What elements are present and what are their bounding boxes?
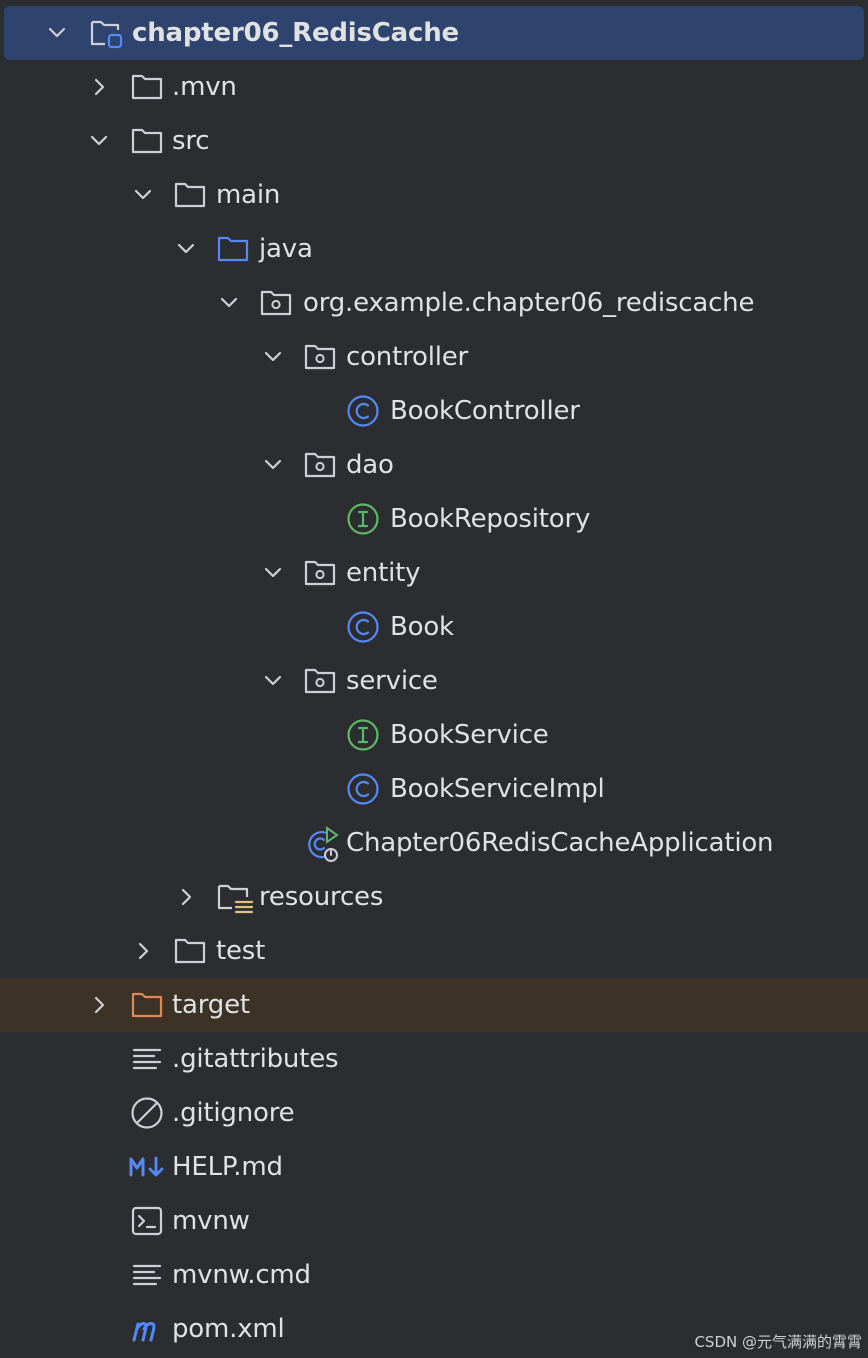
package-icon [303,330,339,384]
spring-boot-application-icon [303,816,339,870]
tree-label: pom.xml [172,1314,285,1344]
package-icon [259,276,295,330]
tree-label: BookServiceImpl [390,774,605,804]
tree-row-folder[interactable]: .mvn [0,60,868,114]
tree-label: BookService [390,720,549,750]
chevron-right-icon[interactable] [86,60,112,114]
excluded-folder-icon [130,978,166,1032]
tree-row-package[interactable]: controller [0,330,868,384]
interface-icon [346,492,382,546]
tree-row-project-root[interactable]: chapter06_RedisCache [4,6,864,60]
tree-row-application-class[interactable]: Chapter06RedisCacheApplication [0,816,868,870]
tree-row-excluded-folder[interactable]: target [0,978,868,1032]
tree-row-folder[interactable]: main [0,168,868,222]
text-file-icon [130,1032,166,1086]
class-icon [346,384,382,438]
text-file-icon [130,1248,166,1302]
watermark: CSDN @元气满满的霄霄 [694,1333,862,1351]
tree-row-file[interactable]: mvnw.cmd [0,1248,868,1302]
folder-icon [173,168,209,222]
tree-row-source-root[interactable]: java [0,222,868,276]
resources-folder-icon [216,870,254,924]
tree-label: mvnw.cmd [172,1260,311,1290]
tree-label: HELP.md [172,1152,283,1182]
tree-row-class[interactable]: Book [0,600,868,654]
markdown-file-icon [128,1140,164,1194]
tree-row-file[interactable]: mvnw [0,1194,868,1248]
chevron-down-icon[interactable] [260,330,286,384]
tree-row-folder[interactable]: src [0,114,868,168]
chevron-right-icon[interactable] [130,924,156,978]
package-icon [303,546,339,600]
tree-label: controller [346,342,469,372]
tree-label: BookRepository [390,504,591,534]
tree-label: BookController [390,396,580,426]
chevron-down-icon[interactable] [44,6,70,60]
maven-pom-icon [128,1302,164,1356]
tree-label: chapter06_RedisCache [132,18,459,48]
package-icon [303,654,339,708]
ignore-file-icon [130,1086,166,1140]
chevron-down-icon[interactable] [130,168,156,222]
project-module-icon [88,6,124,60]
tree-label: Book [390,612,454,642]
chevron-down-icon[interactable] [173,222,199,276]
chevron-down-icon[interactable] [260,438,286,492]
package-icon [303,438,339,492]
tree-label: .mvn [172,72,237,102]
tree-row-interface[interactable]: BookRepository [0,492,868,546]
tree-row-file[interactable]: HELP.md [0,1140,868,1194]
tree-row-class[interactable]: BookServiceImpl [0,762,868,816]
tree-label: .gitignore [172,1098,295,1128]
tree-label: .gitattributes [172,1044,339,1074]
tree-row-folder[interactable]: test [0,924,868,978]
tree-label: src [172,126,210,156]
folder-icon [130,114,166,168]
chevron-down-icon[interactable] [260,654,286,708]
tree-label: main [216,180,281,210]
class-icon [346,600,382,654]
class-icon [346,762,382,816]
tree-row-package[interactable]: org.example.chapter06_rediscache [0,276,868,330]
tree-label: org.example.chapter06_rediscache [303,288,755,318]
tree-label: Chapter06RedisCacheApplication [346,828,774,858]
source-root-folder-icon [216,222,252,276]
tree-row-resources-folder[interactable]: resources [0,870,868,924]
chevron-down-icon[interactable] [260,546,286,600]
tree-row-package[interactable]: dao [0,438,868,492]
tree-row-class[interactable]: BookController [0,384,868,438]
tree-row-package[interactable]: entity [0,546,868,600]
folder-icon [173,924,209,978]
tree-label: java [259,234,313,264]
project-tree: chapter06_RedisCache .mvn src main java … [0,0,868,1358]
tree-label: service [346,666,438,696]
tree-label: dao [346,450,394,480]
tree-label: resources [259,882,384,912]
tree-row-file[interactable]: .gitignore [0,1086,868,1140]
shell-script-icon [130,1194,166,1248]
tree-label: mvnw [172,1206,250,1236]
interface-icon [346,708,382,762]
tree-row-file[interactable]: .gitattributes [0,1032,868,1086]
chevron-right-icon[interactable] [173,870,199,924]
chevron-right-icon[interactable] [86,978,112,1032]
folder-icon [130,60,166,114]
chevron-down-icon[interactable] [216,276,242,330]
tree-label: entity [346,558,421,588]
tree-row-package[interactable]: service [0,654,868,708]
tree-label: test [216,936,266,966]
tree-label: target [172,990,250,1020]
tree-row-interface[interactable]: BookService [0,708,868,762]
chevron-down-icon[interactable] [86,114,112,168]
